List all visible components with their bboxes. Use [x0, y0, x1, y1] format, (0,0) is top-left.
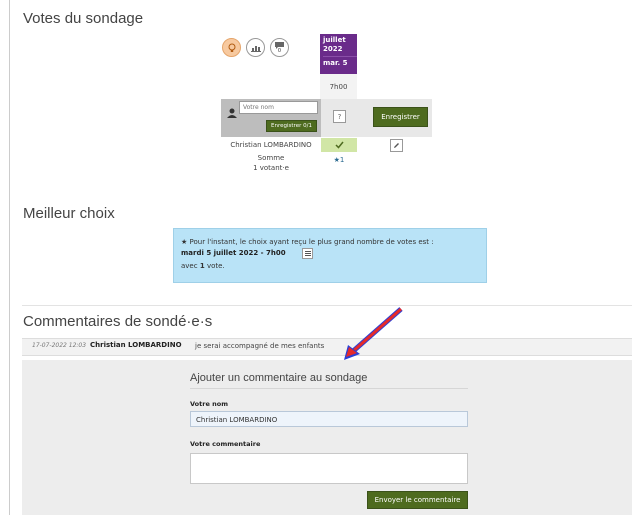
comment-timestamp: 17-07-2022 12:03 [32, 342, 87, 349]
with-word: avec [181, 262, 198, 270]
chart-icon [250, 45, 261, 52]
date-column-header: juillet 2022 mar. 5 [320, 34, 357, 74]
submit-comment-button[interactable]: Envoyer le commentaire [367, 491, 468, 509]
section-divider [22, 305, 632, 306]
edit-vote-button[interactable] [390, 139, 403, 152]
name-label: Votre nom [190, 400, 228, 408]
check-icon [334, 141, 344, 149]
sum-label: Somme [257, 154, 285, 162]
best-choice-votes: avec 1 vote. [181, 262, 225, 270]
lightbulb-icon [228, 43, 235, 52]
form-divider [190, 388, 468, 389]
lightbulb-button[interactable] [222, 38, 241, 57]
voter-name-input[interactable] [239, 101, 318, 114]
user-icon [227, 103, 237, 122]
chart-button[interactable] [246, 38, 265, 57]
votes-section-title: Votes du sondage [23, 10, 144, 27]
best-choice-date: mardi 5 juillet 2022 - 7h00 [181, 249, 286, 257]
vote-count-number: 1 [199, 262, 205, 270]
form-title: Ajouter un commentaire au sondage [190, 372, 368, 384]
voters-label: 1 votant·e [253, 164, 289, 172]
comment-label: Votre commentaire [190, 440, 261, 448]
vote-count: ★1 [333, 156, 345, 164]
comments-title: Commentaires de sondé·e·s [23, 313, 213, 330]
comment-text: je serai accompagné de mes enfants [195, 342, 325, 350]
vote-choice-button[interactable]: ? [333, 110, 346, 123]
list-icon [304, 251, 311, 256]
comment-name-field[interactable]: Christian LOMBARDINO [190, 411, 468, 427]
vote-word: vote. [206, 262, 225, 270]
comment-author: Christian LOMBARDINO [90, 341, 182, 349]
date-month: juillet [323, 36, 346, 44]
pencil-icon [394, 143, 399, 148]
comment-textarea[interactable] [190, 453, 468, 484]
save-small-button[interactable]: Enregistrer 0/1 [266, 120, 317, 132]
date-year: 2022 [323, 45, 343, 53]
annotation-arrow [344, 307, 403, 360]
date-day: mar. 5 [323, 56, 357, 68]
time-cell: 7h00 [320, 74, 357, 99]
comment-count: 0 [277, 47, 282, 54]
participant-name: Christian LOMBARDINO [230, 141, 312, 149]
save-button[interactable]: Enregistrer [373, 107, 428, 127]
best-choice-title: Meilleur choix [23, 205, 115, 222]
best-choice-intro: ★ Pour l'instant, le choix ayant reçu le… [181, 238, 434, 246]
comments-button[interactable]: 0 [270, 38, 289, 57]
list-button[interactable] [302, 248, 313, 259]
left-border [9, 0, 10, 515]
vote-yes-cell [321, 138, 357, 152]
